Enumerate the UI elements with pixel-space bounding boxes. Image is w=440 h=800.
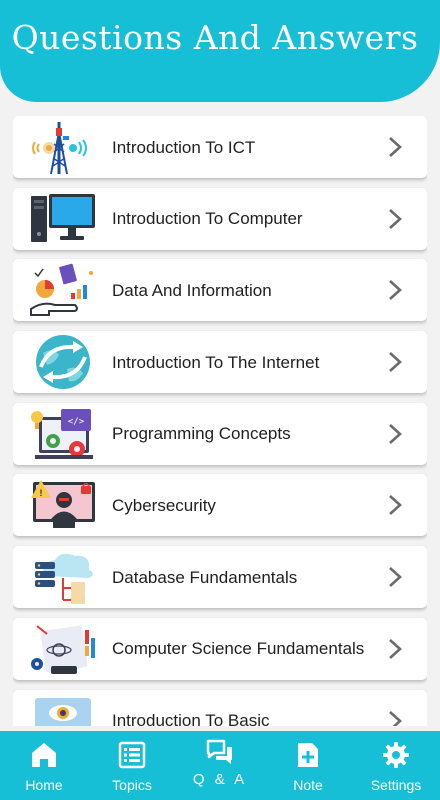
topics-list[interactable]: Introduction To ICT Introduction To Comp…	[13, 116, 427, 726]
nav-home[interactable]: Home	[0, 731, 88, 800]
list-item-label: Introduction To ICT	[112, 137, 256, 157]
chevron-right-icon	[387, 638, 403, 660]
list-item-label: Introduction To Computer	[112, 209, 303, 229]
list-item-label: Cybersecurity	[112, 495, 216, 515]
add-note-icon	[294, 741, 322, 769]
basic-eye-icon	[29, 692, 99, 726]
chevron-right-icon	[387, 208, 403, 230]
svg-text:</>: </>	[68, 417, 85, 427]
list-item-introduction-to-computer[interactable]: Introduction To Computer	[13, 187, 427, 250]
chevron-right-icon	[387, 423, 403, 445]
desktop-computer-icon	[29, 190, 99, 248]
nav-label: Topics	[112, 777, 152, 793]
code-monitor-gear-icon: </>	[29, 405, 99, 463]
chat-bubbles-icon	[206, 739, 234, 767]
nav-topics[interactable]: Topics	[88, 731, 176, 800]
data-chart-hand-icon	[29, 261, 99, 319]
nav-qa[interactable]: Q & A	[176, 731, 264, 800]
list-box-icon	[118, 741, 146, 769]
science-tablet-icon	[29, 620, 99, 678]
chevron-right-icon	[387, 566, 403, 588]
chevron-right-icon	[387, 279, 403, 301]
nav-label: Home	[25, 777, 63, 793]
chevron-right-icon	[387, 494, 403, 516]
list-item-database-fundamentals[interactable]: Database Fundamentals	[13, 546, 427, 609]
list-item-data-and-information[interactable]: Data And Information	[13, 259, 427, 322]
list-item-label: Data And Information	[112, 280, 272, 300]
database-cloud-icon	[29, 548, 99, 606]
nav-settings[interactable]: Settings	[352, 731, 440, 800]
list-item-label: Computer Science Fundamentals	[112, 639, 365, 659]
nav-note[interactable]: Note	[264, 731, 352, 800]
list-item-introduction-to-basic[interactable]: Introduction To Basic	[13, 689, 427, 726]
list-item-label: Introduction To The Internet	[112, 352, 320, 372]
ict-tower-icon	[29, 118, 99, 176]
home-icon	[30, 741, 58, 769]
list-item-label: Introduction To Basic	[112, 711, 270, 726]
nav-label: Q & A	[192, 771, 248, 788]
list-item-label: Programming Concepts	[112, 424, 291, 444]
chevron-right-icon	[387, 351, 403, 373]
chevron-right-icon	[387, 136, 403, 158]
bottom-navigation: Home Topics Q & A Note Settings	[0, 731, 440, 800]
app-header: Questions And Answers	[0, 0, 440, 102]
list-item-programming-concepts[interactable]: </> Programming Concepts	[13, 402, 427, 465]
list-item-computer-science-fundamentals[interactable]: Computer Science Fundamentals	[13, 617, 427, 680]
hacker-warning-icon: !	[29, 476, 99, 534]
svg-text:!: !	[40, 488, 43, 498]
globe-sync-icon	[29, 333, 99, 391]
gear-icon	[382, 741, 410, 769]
chevron-right-icon	[387, 710, 403, 726]
page-title: Questions And Answers	[11, 18, 419, 57]
list-item-label: Database Fundamentals	[112, 567, 298, 587]
nav-label: Note	[293, 777, 323, 793]
nav-label: Settings	[370, 777, 422, 793]
list-item-introduction-to-ict[interactable]: Introduction To ICT	[13, 116, 427, 178]
list-item-introduction-to-the-internet[interactable]: Introduction To The Internet	[13, 331, 427, 394]
list-item-cybersecurity[interactable]: ! Cybersecurity	[13, 474, 427, 537]
